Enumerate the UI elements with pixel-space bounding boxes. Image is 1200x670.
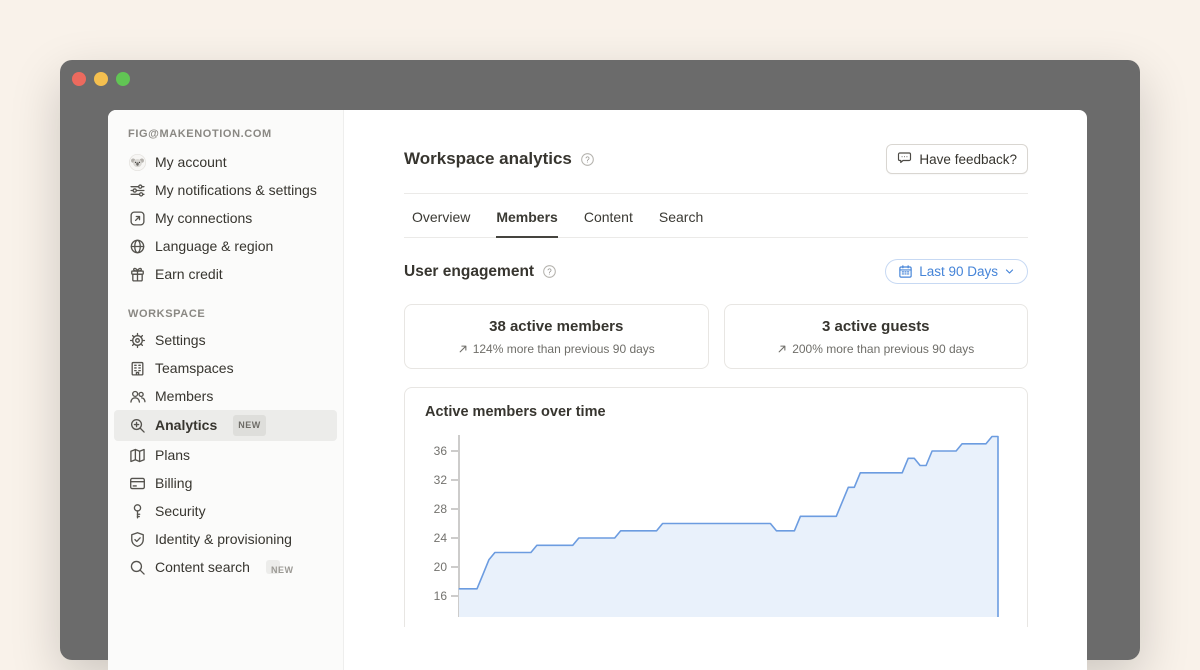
help-icon[interactable]: ? [542,264,557,279]
svg-text:36: 36 [434,444,448,458]
members-chart-card: Active members over time 16 20 24 28 32 36 [404,387,1028,627]
sidebar-item-label: Content search [155,559,250,576]
minimize-window-button[interactable] [94,72,108,86]
sidebar-item-analytics[interactable]: Analytics NEW [114,410,337,441]
sidebar-item-content-search[interactable]: Content search NEW [114,553,337,581]
stat-card-3-active-guests: 3 active guests 200% more than previous 9… [724,304,1029,369]
feedback-button[interactable]: Have feedback? [886,144,1028,174]
page-title: Workspace analytics [404,149,572,169]
sidebar-item-billing[interactable]: Billing [114,469,337,497]
sidebar-item-label: Billing [155,475,192,492]
shield-check-icon [128,530,146,548]
tab-members[interactable]: Members [496,209,557,238]
settings-sidebar: FIG@MAKENOTION.COM My account My notifica… [108,110,344,670]
account-nav: My account My notifications & settings My … [108,148,343,288]
sidebar-item-label: My connections [155,210,252,227]
key-icon [128,502,146,520]
date-range-button[interactable]: Last 90 Days [885,259,1028,284]
sidebar-item-label: Members [155,388,213,405]
engagement-header: User engagement ? Last 90 Days [404,259,1028,284]
globe-icon [128,237,146,255]
sidebar-item-label: My notifications & settings [155,182,317,199]
sidebar-item-language-region[interactable]: Language & region [114,232,337,260]
stat-card-38-active-members: 38 active members 124% more than previous… [404,304,709,369]
card-icon [128,474,146,492]
sliders-icon [128,181,146,199]
settings-modal: FIG@MAKENOTION.COM My account My notifica… [108,110,1087,670]
stat-cards: 38 active members 124% more than previous… [404,304,1028,369]
stat-delta-text: 200% more than previous 90 days [792,342,974,356]
sidebar-item-my-account[interactable]: My account [114,148,337,176]
sidebar-item-identity-provisioning[interactable]: Identity & provisioning [114,525,337,553]
new-badge: NEW [266,560,280,574]
zoom-window-button[interactable] [116,72,130,86]
svg-text:20: 20 [434,560,448,574]
page-header: Workspace analytics ? Have feedback? [404,110,1028,174]
sidebar-item-label: My account [155,154,227,171]
svg-text:16: 16 [434,589,448,603]
members-chart: 16 20 24 28 32 36 [405,427,1027,617]
app-window: FIG@MAKENOTION.COM My account My notifica… [60,60,1140,660]
arrow-square-icon [128,209,146,227]
sidebar-item-my-connections[interactable]: My connections [114,204,337,232]
sidebar-item-label: Language & region [155,238,273,255]
tab-overview[interactable]: Overview [412,209,470,238]
sidebar-item-label: Analytics [155,417,217,434]
sidebar-item-security[interactable]: Security [114,497,337,525]
sidebar-item-label: Security [155,503,206,520]
magnifier-icon [128,558,146,576]
chevron-down-icon [1004,266,1015,277]
stat-value: 38 active members [415,318,698,335]
magnifier-plus-icon [128,417,146,435]
tab-search[interactable]: Search [659,209,703,238]
analytics-tabs: Overview Members Content Search [404,194,1028,238]
svg-text:32: 32 [434,473,448,487]
stat-delta: 124% more than previous 90 days [415,342,698,356]
sidebar-item-label: Plans [155,447,190,464]
sidebar-item-plans[interactable]: Plans [114,441,337,469]
stat-delta-text: 124% more than previous 90 days [473,342,655,356]
calendar-icon [898,264,913,279]
workspace-heading: WORKSPACE [108,288,343,326]
date-range-label: Last 90 Days [919,264,998,279]
analytics-panel: Workspace analytics ? Have feedback? Ove… [344,110,1087,670]
sidebar-item-label: Earn credit [155,266,223,283]
stat-value: 3 active guests [735,318,1018,335]
gift-icon [128,265,146,283]
koala-avatar-icon [128,153,146,171]
account-email: FIG@MAKENOTION.COM [108,114,343,148]
map-icon [128,446,146,464]
gear-icon [128,331,146,349]
chart-title: Active members over time [405,388,1027,420]
chat-bubble-icon [897,150,912,168]
people-icon [128,387,146,405]
svg-text:?: ? [585,155,590,164]
sidebar-item-settings[interactable]: Settings [114,326,337,354]
sidebar-item-label: Identity & provisioning [155,531,292,548]
trend-up-icon [458,344,468,354]
building-icon [128,359,146,377]
sidebar-item-teamspaces[interactable]: Teamspaces [114,354,337,382]
svg-text:28: 28 [434,502,448,516]
stat-delta: 200% more than previous 90 days [735,342,1018,356]
sidebar-item-my-notifications-settings[interactable]: My notifications & settings [114,176,337,204]
svg-text:24: 24 [434,531,448,545]
close-window-button[interactable] [72,72,86,86]
sidebar-item-earn-credit[interactable]: Earn credit [114,260,337,288]
svg-text:?: ? [547,267,552,276]
workspace-nav: Settings Teamspaces Members Analytics NEW Pla… [108,326,343,581]
traffic-lights [72,72,130,86]
help-icon[interactable]: ? [580,152,595,167]
new-badge: NEW [233,415,266,436]
tab-content[interactable]: Content [584,209,633,238]
feedback-button-label: Have feedback? [919,152,1017,167]
sidebar-item-label: Settings [155,332,206,349]
sidebar-item-label: Teamspaces [155,360,234,377]
trend-up-icon [777,344,787,354]
section-title: User engagement [404,263,534,281]
sidebar-item-members[interactable]: Members [114,382,337,410]
